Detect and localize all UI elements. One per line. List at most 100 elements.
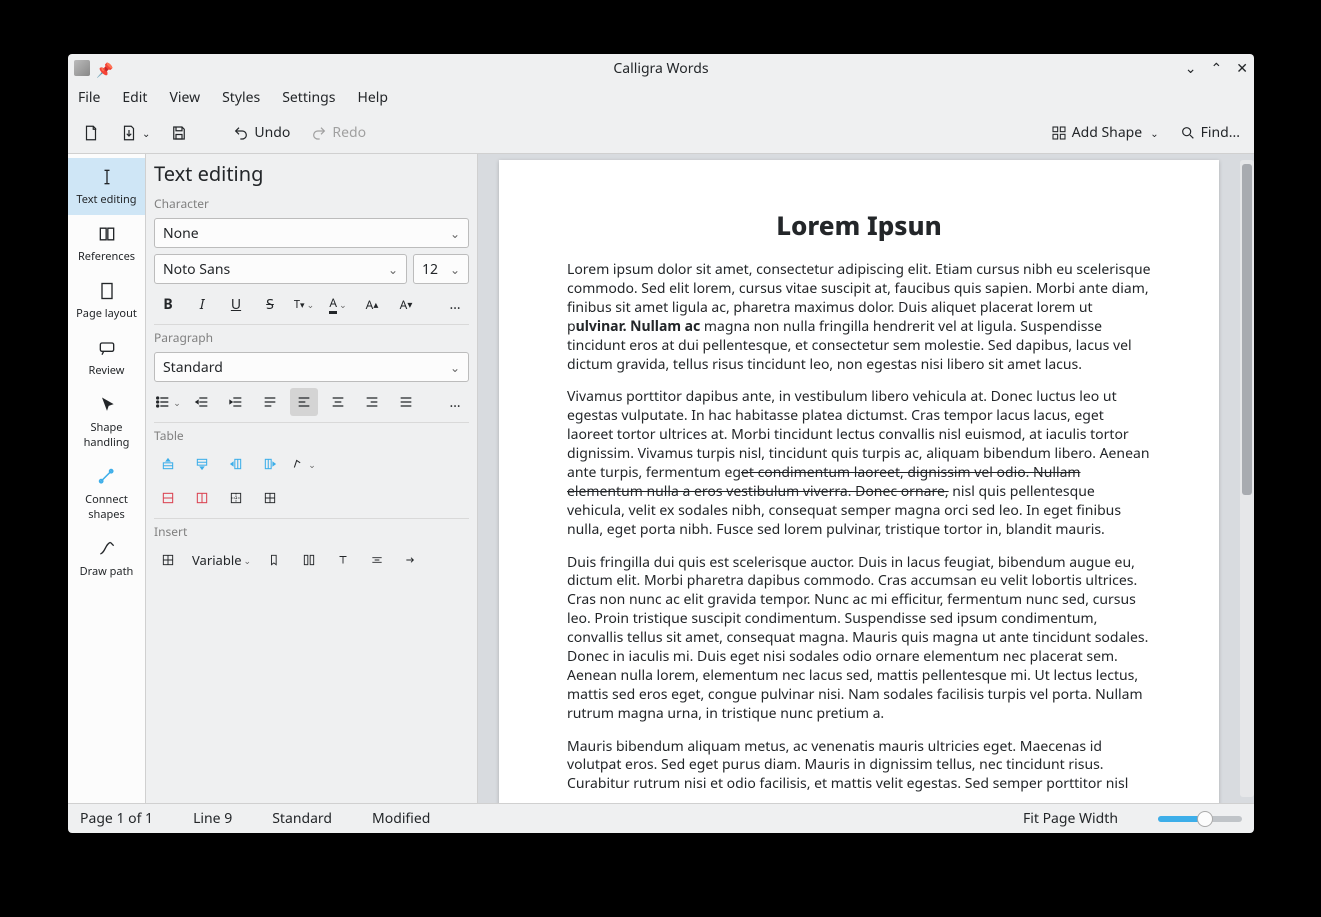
table-border-button[interactable]: ⌄ xyxy=(290,450,318,478)
paragraph-more-button[interactable]: … xyxy=(441,388,469,416)
align-right-button[interactable] xyxy=(358,388,386,416)
shapes-icon xyxy=(1050,124,1068,142)
insert-special-char-button[interactable] xyxy=(397,546,425,574)
text-direction-button[interactable] xyxy=(256,388,284,416)
align-left-button[interactable] xyxy=(290,388,318,416)
panel-title: Text editing xyxy=(154,160,469,187)
italic-button[interactable]: I xyxy=(188,290,216,318)
font-family-combo[interactable]: Noto Sans⌄ xyxy=(154,254,407,284)
menu-view[interactable]: View xyxy=(169,88,200,107)
document-area: Lorem Ipsun Lorem ipsum dolor sit amet, … xyxy=(478,154,1254,803)
mode-references[interactable]: References xyxy=(68,215,145,272)
undo-button[interactable]: Undo xyxy=(226,119,296,146)
undo-icon xyxy=(232,124,250,142)
menu-styles[interactable]: Styles xyxy=(222,88,260,107)
mode-text-editing[interactable]: Text editing xyxy=(68,158,145,215)
zoom-slider-handle[interactable] xyxy=(1197,811,1213,827)
new-document-icon xyxy=(82,124,100,142)
merge-cells-button[interactable] xyxy=(222,484,250,512)
chevron-down-icon: ⌄ xyxy=(142,126,150,140)
paragraph-style-combo[interactable]: Standard⌄ xyxy=(154,352,469,382)
shrink-font-button[interactable]: A▾ xyxy=(392,290,420,318)
status-zoom-mode[interactable]: Fit Page Width xyxy=(1023,809,1118,828)
path-icon xyxy=(96,538,118,560)
character-more-button[interactable]: … xyxy=(441,290,469,318)
chevron-down-icon: ⌄ xyxy=(388,261,398,278)
status-line: Line 9 xyxy=(193,809,232,828)
titlebar: 📌 Calligra Words ⌄ ⌃ ✕ xyxy=(68,54,1254,82)
insert-row-below-button[interactable] xyxy=(188,450,216,478)
mode-review[interactable]: Review xyxy=(68,329,145,386)
mode-shape-handling[interactable]: Shape handling xyxy=(68,386,145,458)
search-icon xyxy=(1179,124,1197,142)
bold-button[interactable]: B xyxy=(154,290,182,318)
zoom-slider[interactable] xyxy=(1158,816,1242,822)
chevron-down-icon: ⌄ xyxy=(450,359,460,376)
open-document-button[interactable]: ⌄ xyxy=(114,120,156,146)
menu-edit[interactable]: Edit xyxy=(122,88,147,107)
statusbar: Page 1 of 1 Line 9 Standard Modified Fit… xyxy=(68,803,1254,833)
insert-variable-button[interactable]: Variable⌄ xyxy=(188,546,255,574)
pin-icon[interactable]: 📌 xyxy=(96,61,110,75)
mode-strip: Text editing References Page layout Revi… xyxy=(68,154,146,803)
vertical-scrollbar[interactable] xyxy=(1240,160,1254,797)
mode-draw-path[interactable]: Draw path xyxy=(68,530,145,587)
scrollbar-thumb[interactable] xyxy=(1242,164,1252,495)
menu-file[interactable]: File xyxy=(78,88,100,107)
pointer-icon xyxy=(96,394,118,416)
split-cells-button[interactable] xyxy=(256,484,284,512)
status-style: Standard xyxy=(272,809,332,828)
menu-settings[interactable]: Settings xyxy=(282,88,335,107)
strikethrough-button[interactable]: S xyxy=(256,290,284,318)
section-paragraph: Paragraph xyxy=(154,324,469,346)
document-page[interactable]: Lorem Ipsun Lorem ipsum dolor sit amet, … xyxy=(499,160,1219,803)
insert-col-right-button[interactable] xyxy=(256,450,284,478)
increase-indent-button[interactable] xyxy=(222,388,250,416)
character-style-combo[interactable]: None⌄ xyxy=(154,218,469,248)
menubar: File Edit View Styles Settings Help xyxy=(68,82,1254,112)
align-justify-button[interactable] xyxy=(392,388,420,416)
chevron-down-icon: ⌄ xyxy=(1150,126,1158,140)
decrease-indent-button[interactable] xyxy=(188,388,216,416)
insert-textbox-button[interactable] xyxy=(329,546,357,574)
delete-col-button[interactable] xyxy=(188,484,216,512)
document-scroll[interactable]: Lorem Ipsun Lorem ipsum dolor sit amet, … xyxy=(478,154,1240,803)
redo-button[interactable]: Redo xyxy=(304,119,372,146)
save-button[interactable] xyxy=(164,120,194,146)
section-insert: Insert xyxy=(154,518,469,540)
new-document-button[interactable] xyxy=(76,120,106,146)
main-toolbar: ⌄ Undo Redo Add Shape⌄ Find... xyxy=(68,112,1254,154)
window-title: Calligra Words xyxy=(68,59,1254,78)
insert-table-button[interactable] xyxy=(154,546,182,574)
add-shape-button[interactable]: Add Shape⌄ xyxy=(1044,119,1165,146)
text-color-button[interactable]: A⌄ xyxy=(324,290,352,318)
delete-row-button[interactable] xyxy=(154,484,182,512)
close-button[interactable]: ✕ xyxy=(1236,59,1248,78)
find-button[interactable]: Find... xyxy=(1173,119,1246,146)
insert-bookmark-button[interactable] xyxy=(261,546,289,574)
font-size-more-button[interactable]: T▾⌄ xyxy=(290,290,318,318)
insert-row-above-button[interactable] xyxy=(154,450,182,478)
chat-icon xyxy=(96,337,118,359)
insert-section-button[interactable] xyxy=(295,546,323,574)
status-page: Page 1 of 1 xyxy=(80,809,153,828)
save-icon xyxy=(170,124,188,142)
chevron-down-icon: ⌄ xyxy=(450,261,460,278)
bullet-list-button[interactable]: ⌄ xyxy=(154,388,182,416)
align-center-button[interactable] xyxy=(324,388,352,416)
paragraph-1: Lorem ipsum dolor sit amet, consectetur … xyxy=(567,261,1151,374)
section-table: Table xyxy=(154,422,469,444)
minimize-button[interactable]: ⌄ xyxy=(1185,59,1197,78)
insert-pagebreak-button[interactable] xyxy=(363,546,391,574)
redo-icon xyxy=(310,124,328,142)
app-icon xyxy=(74,60,90,76)
underline-button[interactable]: U xyxy=(222,290,250,318)
paragraph-2: Vivamus porttitor dapibus ante, in vesti… xyxy=(567,388,1151,539)
insert-col-left-button[interactable] xyxy=(222,450,250,478)
mode-connect-shapes[interactable]: Connect shapes xyxy=(68,458,145,530)
menu-help[interactable]: Help xyxy=(357,88,388,107)
maximize-button[interactable]: ⌃ xyxy=(1211,59,1223,78)
grow-font-button[interactable]: A▴ xyxy=(358,290,386,318)
mode-page-layout[interactable]: Page layout xyxy=(68,272,145,329)
font-size-combo[interactable]: 12⌄ xyxy=(413,254,469,284)
